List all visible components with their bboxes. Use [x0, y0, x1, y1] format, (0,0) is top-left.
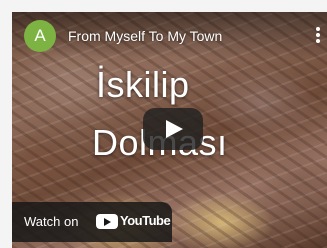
- watch-on-youtube-button[interactable]: Watch on YouTube: [12, 202, 172, 242]
- youtube-wordmark: YouTube: [120, 213, 171, 228]
- thumbnail-title-line-2: Dolması: [92, 122, 327, 164]
- video-embed[interactable]: A From Myself To My Town İskilip Dolması…: [12, 12, 327, 248]
- more-vertical-icon[interactable]: [313, 26, 323, 46]
- play-button[interactable]: [143, 108, 203, 150]
- channel-avatar[interactable]: A: [24, 20, 56, 52]
- thumbnail-title-line-1: İskilip: [96, 64, 190, 105]
- video-title[interactable]: From Myself To My Town: [68, 28, 298, 44]
- watch-on-label: Watch on: [24, 214, 79, 229]
